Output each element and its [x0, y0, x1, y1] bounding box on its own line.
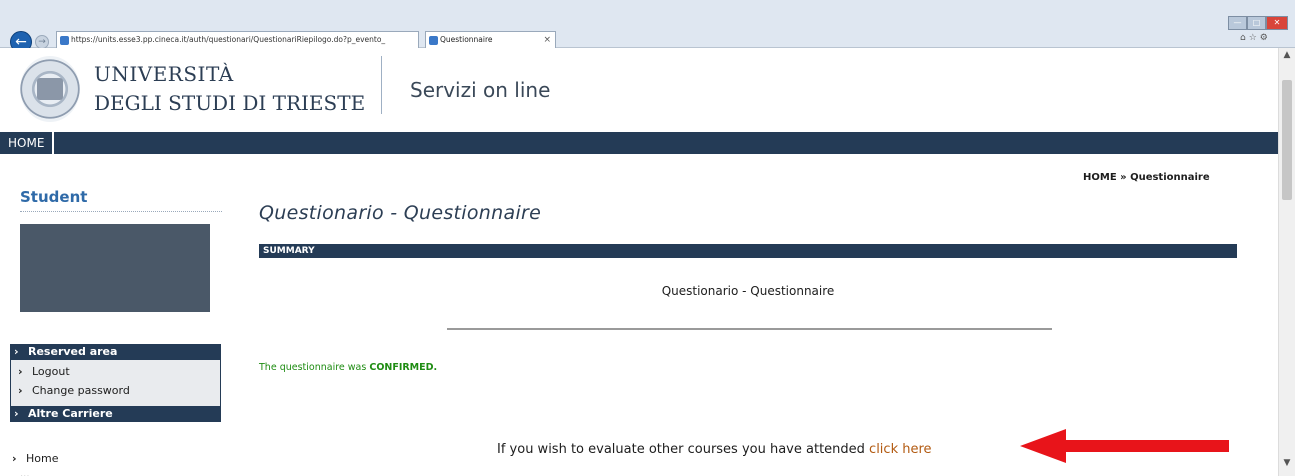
summary-section-bar: SUMMARY: [259, 244, 1237, 258]
chevron-right-icon: ›: [14, 345, 19, 358]
scroll-thumb[interactable]: [1282, 80, 1292, 200]
sidebar-item-label: Logout: [32, 365, 70, 378]
evaluate-prefix: If you wish to evaluate other courses yo…: [497, 442, 870, 457]
sidebar-item-change-password[interactable]: › Change password: [18, 384, 130, 397]
site-favicon-icon: [60, 36, 69, 45]
chevron-right-icon: ›: [18, 365, 23, 378]
summary-divider: [447, 328, 1052, 330]
tab-title: Questionnaire: [440, 35, 493, 44]
user-info-box: [20, 224, 210, 312]
sidebar-item-reserved-area[interactable]: › Reserved area: [10, 344, 221, 360]
sidebar-item-logout[interactable]: › Logout: [18, 365, 70, 378]
university-name-line2: DEGLI STUDI DI TRIESTE: [94, 91, 366, 115]
status-value: CONFIRMED.: [369, 362, 438, 373]
sidebar-title: Student: [20, 188, 88, 206]
red-annotation-arrow-icon: [1020, 429, 1229, 463]
breadcrumb: HOME » Questionnaire: [1083, 172, 1210, 183]
chevron-right-icon: ›: [14, 407, 19, 420]
university-name-line1: UNIVERSITÀ: [94, 62, 234, 86]
maximize-window-icon[interactable]: □: [1247, 16, 1266, 30]
vertical-scrollbar[interactable]: ▲ ▼: [1278, 48, 1295, 476]
scroll-down-icon[interactable]: ▼: [1279, 458, 1295, 472]
chevron-right-icon: ›: [12, 452, 17, 465]
nav-home-link[interactable]: HOME: [0, 132, 55, 154]
sidebar-divider: [20, 211, 222, 212]
sidebar-item-cutoff[interactable]: ...: [20, 469, 30, 476]
sidebar-item-label: Change password: [32, 384, 130, 397]
minimize-window-icon[interactable]: —: [1228, 16, 1247, 30]
tab-questionnaire[interactable]: Questionnaire ×: [425, 31, 556, 48]
address-url: https://units.esse3.pp.cineca.it/auth/qu…: [71, 35, 386, 44]
top-navbar: HOME: [0, 132, 1278, 154]
close-window-icon[interactable]: ✕: [1266, 16, 1288, 30]
tab-favicon-icon: [429, 36, 438, 45]
sidebar-item-label: Reserved area: [28, 345, 118, 358]
chevron-right-icon: ›: [18, 384, 23, 397]
services-title: Servizi on line: [410, 78, 551, 102]
browser-tools-icons[interactable]: ⌂☆⚙: [1240, 33, 1271, 43]
sidebar-item-home[interactable]: › Home: [12, 452, 58, 465]
sidebar-item-altre-carriere[interactable]: › Altre Carriere: [10, 406, 221, 422]
status-prefix: The questionnaire was: [259, 362, 370, 373]
sidebar-item-label: Home: [26, 452, 59, 465]
forward-arrow-icon[interactable]: →: [35, 35, 49, 49]
evaluate-other-courses-text: If you wish to evaluate other courses yo…: [497, 442, 932, 457]
header-divider: [381, 56, 382, 114]
page-title: Questionario - Questionnaire: [259, 202, 542, 224]
click-here-link[interactable]: click here: [869, 442, 931, 457]
scroll-up-icon[interactable]: ▲: [1279, 50, 1295, 64]
status-message: The questionnaire was CONFIRMED.: [259, 362, 437, 373]
summary-heading: Questionario - Questionnaire: [661, 284, 835, 298]
address-bar[interactable]: https://units.esse3.pp.cineca.it/auth/qu…: [56, 31, 419, 49]
arrow-shape: [1020, 429, 1229, 463]
sidebar-item-label: Altre Carriere: [28, 407, 113, 420]
browser-toolbar: ← → https://units.esse3.pp.cineca.it/aut…: [0, 0, 1295, 53]
close-tab-icon[interactable]: ×: [543, 32, 551, 48]
seal-emblem-icon: [37, 78, 63, 100]
page-viewport: UNIVERSITÀ DEGLI STUDI DI TRIESTE Serviz…: [0, 48, 1278, 476]
